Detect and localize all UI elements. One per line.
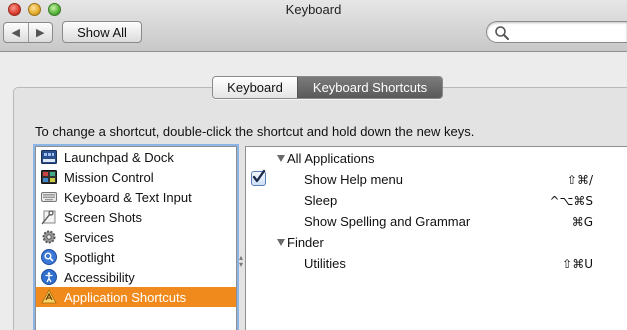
tab-keyboard[interactable]: Keyboard	[213, 77, 297, 98]
group-label: All Applications	[287, 151, 375, 166]
shortcut-row[interactable]: Utilities ⇧⌘U	[246, 253, 627, 274]
tab-keyboard-shortcuts[interactable]: Keyboard Shortcuts	[297, 77, 442, 98]
category-label: Launchpad & Dock	[64, 149, 174, 165]
category-screen-shots[interactable]: Screen Shots	[36, 207, 236, 227]
shortcuts-outline: All Applications Show Help menu ⇧⌘/ Slee…	[245, 146, 627, 330]
chevron-left-icon: ◀	[11, 27, 20, 39]
shortcut-category-list: Launchpad & Dock Mission Control Keyboar…	[35, 146, 237, 330]
search-input[interactable]	[513, 24, 623, 40]
disclosure-triangle-icon[interactable]	[277, 239, 285, 246]
shortcut-group-row[interactable]: Finder	[246, 232, 627, 253]
category-label: Screen Shots	[64, 209, 143, 225]
category-application-shortcuts[interactable]: Application Shortcuts	[36, 287, 236, 307]
back-forward-control: ◀ ▶	[3, 22, 53, 43]
category-launchpad-dock[interactable]: Launchpad & Dock	[36, 147, 236, 167]
launchpad-dock-icon	[41, 149, 57, 165]
shortcut-keys[interactable]: ⇧⌘U	[562, 257, 593, 271]
show-all-button[interactable]: Show All	[62, 21, 142, 43]
shortcut-row[interactable]: Sleep ^⌥⌘S	[246, 190, 627, 211]
category-label: Application Shortcuts	[64, 289, 187, 305]
split-view-divider[interactable]: ▴ ▾	[237, 254, 245, 269]
category-keyboard-text-input[interactable]: Keyboard & Text Input	[36, 187, 236, 207]
gear-icon	[41, 229, 57, 245]
checkmark-icon	[252, 169, 266, 183]
disclosure-triangle-icon[interactable]	[277, 155, 285, 162]
tab-bar: Keyboard Keyboard Shortcuts	[212, 76, 443, 99]
category-services[interactable]: Services	[36, 227, 236, 247]
shortcut-label: Utilities	[304, 256, 346, 271]
shortcut-keys[interactable]: ⇧⌘/	[567, 173, 593, 187]
group-label: Finder	[287, 235, 324, 250]
category-label: Keyboard & Text Input	[64, 189, 192, 205]
shortcut-keys[interactable]: ⌘G	[572, 215, 593, 229]
category-label: Accessibility	[64, 269, 135, 285]
shortcut-row[interactable]: Show Help menu ⇧⌘/	[246, 169, 627, 190]
keyboard-icon	[41, 189, 57, 205]
shortcut-row[interactable]: Show Spelling and Grammar ⌘G	[246, 211, 627, 232]
spotlight-icon	[41, 249, 57, 265]
shortcut-keys[interactable]: ^⌥⌘S	[550, 194, 594, 208]
app-shortcuts-icon	[41, 289, 57, 305]
category-spotlight[interactable]: Spotlight	[36, 247, 236, 267]
search-field[interactable]	[486, 21, 627, 43]
shortcut-enabled-checkbox[interactable]	[251, 169, 266, 186]
back-button[interactable]: ◀	[4, 23, 28, 42]
category-label: Services	[64, 229, 114, 245]
window-titlebar: Keyboard ◀ ▶ Show All	[0, 0, 627, 52]
instruction-text: To change a shortcut, double-click the s…	[35, 124, 475, 139]
shortcut-label: Show Help menu	[304, 172, 403, 187]
screenshot-icon	[41, 209, 57, 225]
category-mission-control[interactable]: Mission Control	[36, 167, 236, 187]
category-accessibility[interactable]: Accessibility	[36, 267, 236, 287]
search-icon	[495, 26, 509, 40]
chevron-right-icon: ▶	[36, 27, 45, 39]
shortcut-label: Sleep	[304, 193, 338, 208]
category-label: Spotlight	[64, 249, 115, 265]
forward-button[interactable]: ▶	[27, 23, 53, 42]
shortcut-label: Show Spelling and Grammar	[304, 214, 471, 229]
shortcut-group-row[interactable]: All Applications	[246, 148, 627, 169]
mission-control-icon	[41, 169, 57, 185]
window-title: Keyboard	[285, 2, 342, 17]
category-label: Mission Control	[64, 169, 154, 185]
accessibility-icon	[41, 269, 57, 285]
